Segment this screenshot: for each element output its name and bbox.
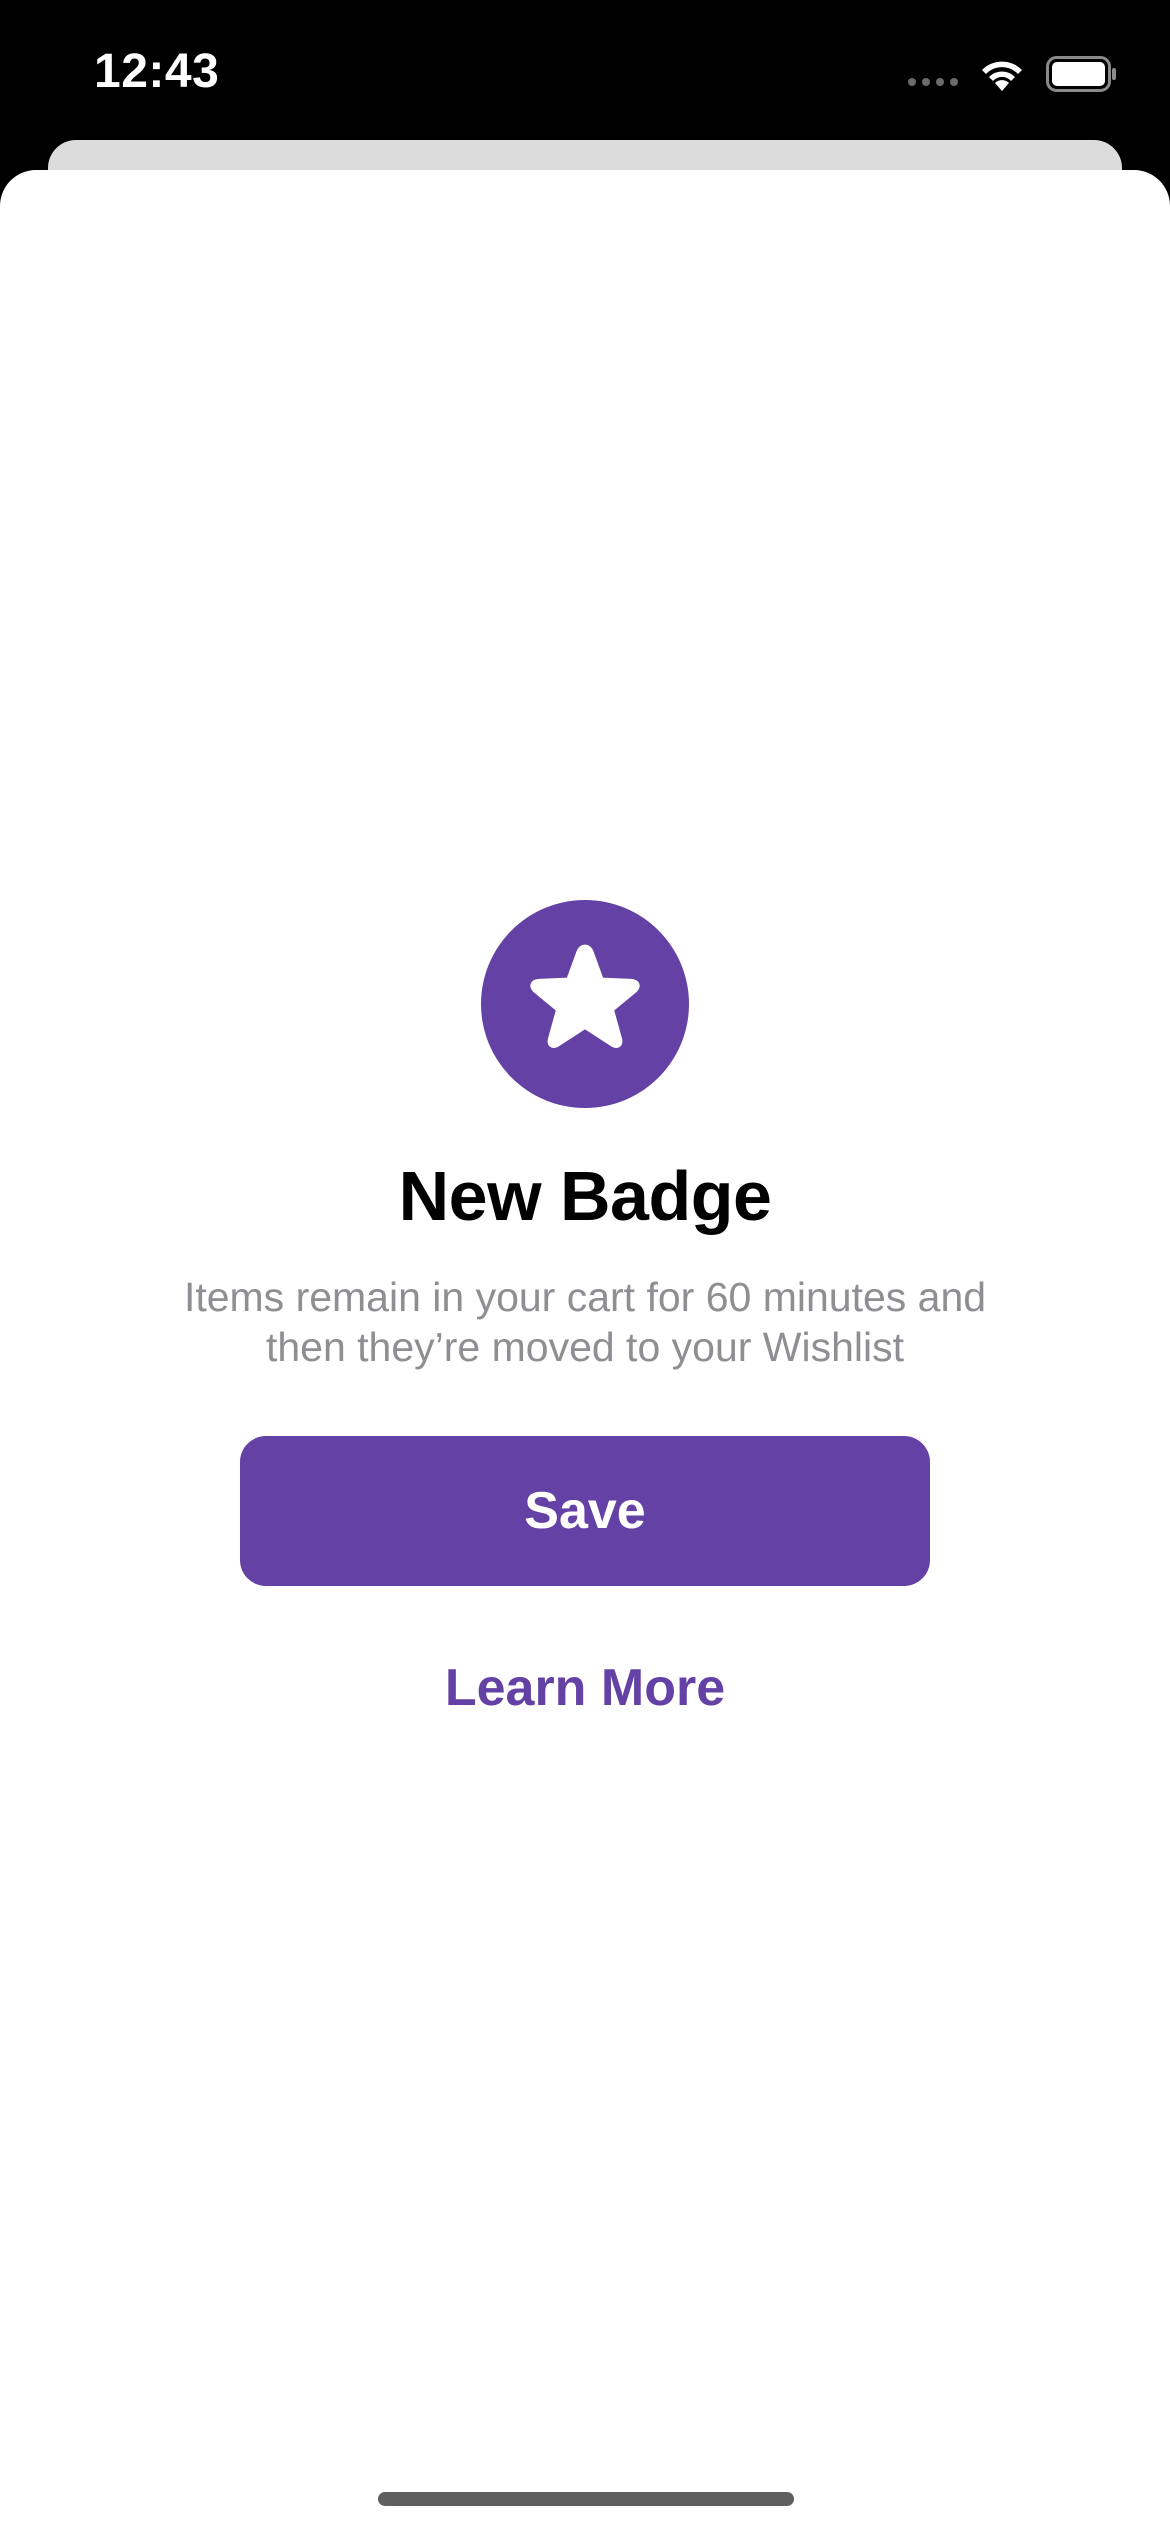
status-time: 12:43: [94, 45, 220, 98]
save-button[interactable]: Save: [240, 1436, 930, 1586]
status-icons: [908, 52, 1118, 98]
badge-circle: [481, 900, 689, 1108]
badge-content: New Badge Items remain in your cart for …: [0, 900, 1170, 1718]
wifi-icon: [982, 61, 1022, 91]
battery-icon: [1046, 56, 1116, 92]
learn-more-link[interactable]: Learn More: [445, 1658, 725, 1718]
badge-title: New Badge: [398, 1157, 772, 1235]
star-icon: [530, 944, 640, 1048]
cellular-signal-icon: [908, 78, 958, 86]
app-screen: 12:43 New Badge Items remain in your car…: [0, 0, 1170, 2532]
home-indicator[interactable]: [378, 2492, 794, 2506]
badge-description: Items remain in your cart for 60 minutes…: [183, 1274, 987, 1370]
status-bar: 12:43: [0, 0, 1170, 140]
modal-sheet: New Badge Items remain in your cart for …: [0, 170, 1170, 2532]
